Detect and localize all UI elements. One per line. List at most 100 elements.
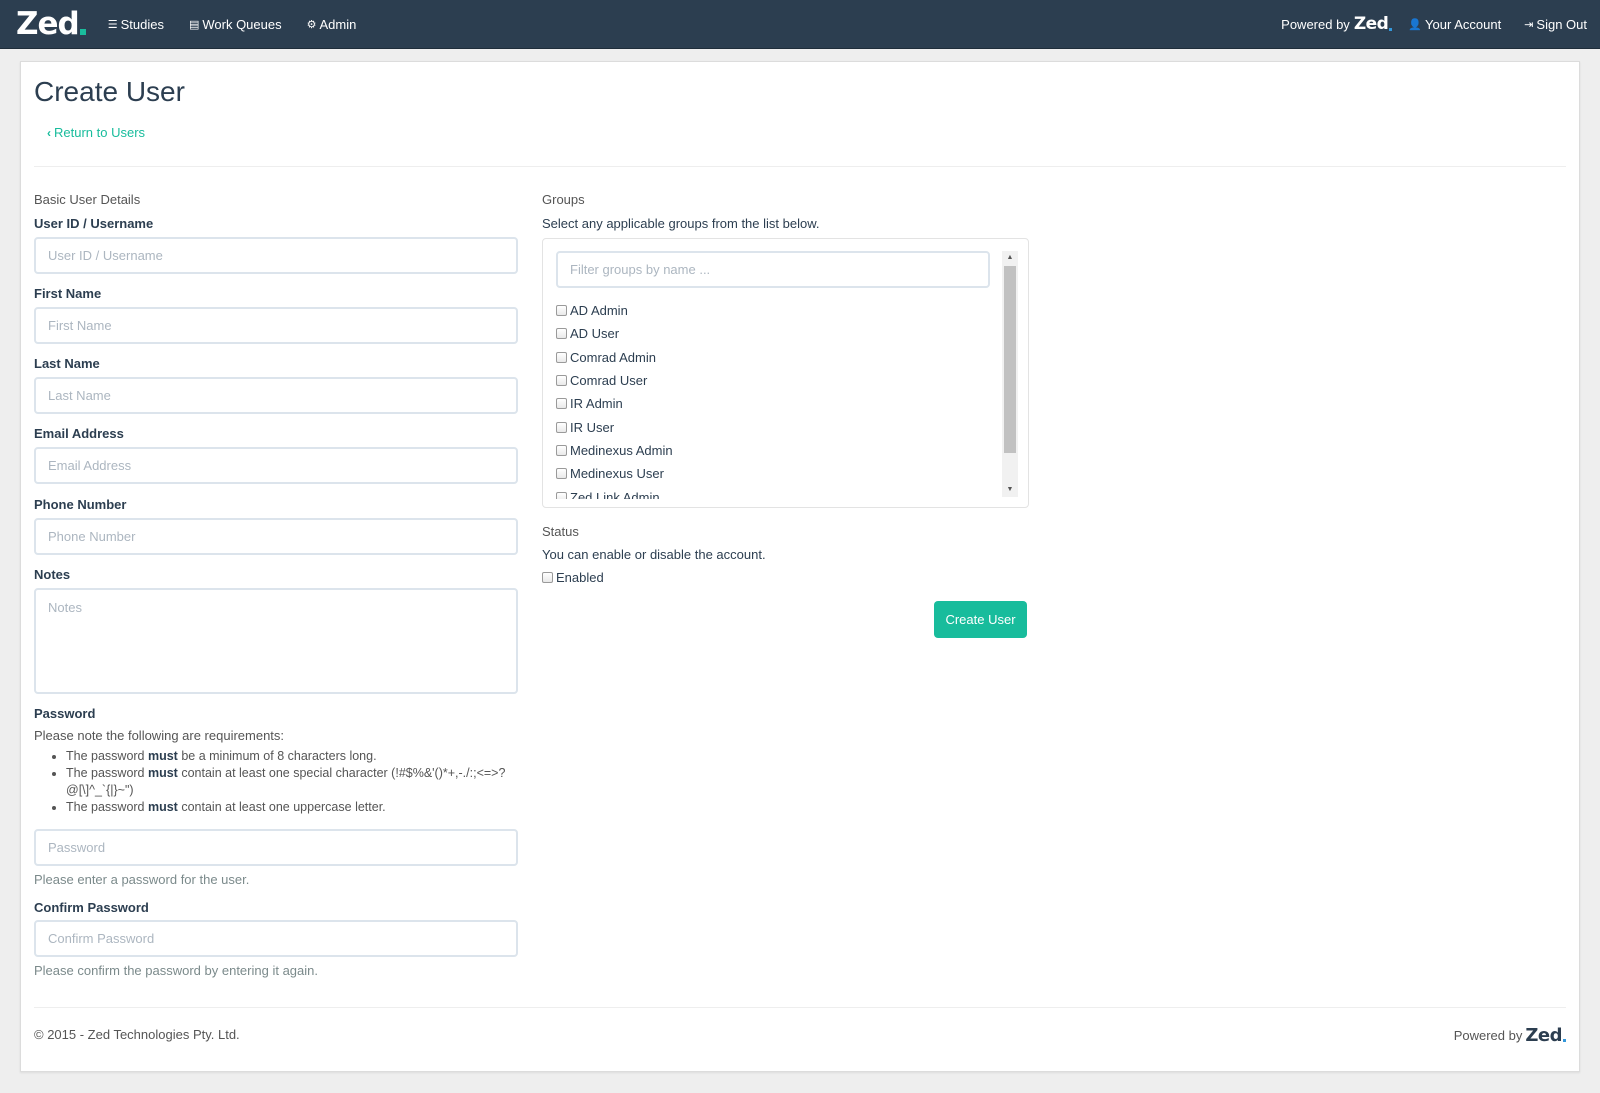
group-checkbox[interactable] bbox=[556, 491, 567, 499]
group-checkbox[interactable] bbox=[556, 421, 567, 433]
nav-account-label: Your Account bbox=[1425, 16, 1502, 32]
page-title: Create User bbox=[34, 76, 185, 107]
notes-textarea[interactable] bbox=[34, 588, 518, 694]
nav-your-account[interactable]: 👤 Your Account bbox=[1408, 17, 1501, 32]
phone-label: Phone Number bbox=[34, 497, 127, 512]
basic-details-heading: Basic User Details bbox=[34, 192, 141, 207]
top-navbar: Zed ☰ Studies ▤ Work Queues ⚙ Admin Powered… bbox=[0, 0, 1600, 49]
footer-logo: Zed bbox=[1525, 1025, 1562, 1046]
return-to-users-label: Return to Users bbox=[54, 125, 146, 140]
groups-filter-input[interactable] bbox=[556, 251, 990, 288]
password-requirements-list: The password must be a minimum of 8 char… bbox=[34, 748, 514, 816]
return-to-users-link[interactable]: ‹ Return to Users bbox=[47, 125, 145, 140]
enabled-label: Enabled bbox=[556, 570, 604, 585]
confirm-password-help: Please confirm the password by entering … bbox=[34, 963, 318, 978]
chevron-left-icon: ‹ bbox=[47, 125, 51, 140]
groups-list: AD Admin AD User Comrad Admin Comrad User IR… bbox=[556, 299, 996, 499]
nav-admin[interactable]: ⚙ Admin bbox=[307, 17, 357, 32]
table-icon: ▤ bbox=[188, 18, 200, 31]
group-label: IR Admin bbox=[570, 396, 623, 412]
last-name-label: Last Name bbox=[34, 356, 100, 371]
scroll-thumb[interactable] bbox=[1004, 266, 1016, 453]
brand-dot bbox=[79, 29, 86, 35]
groups-scrollbar[interactable]: ▲ ▼ bbox=[1002, 251, 1018, 497]
password-input[interactable] bbox=[34, 829, 518, 866]
group-item[interactable]: AD User bbox=[556, 322, 996, 345]
nav-admin-label: Admin bbox=[319, 16, 357, 32]
group-label: Medinexus Admin bbox=[570, 442, 673, 458]
group-checkbox[interactable] bbox=[556, 375, 567, 387]
confirm-password-input[interactable] bbox=[34, 920, 518, 957]
footer-divider bbox=[34, 1007, 1566, 1008]
group-checkbox[interactable] bbox=[556, 444, 567, 456]
nav-studies-label: Studies bbox=[120, 16, 164, 32]
group-item[interactable]: Medinexus User bbox=[556, 462, 996, 485]
brand-text: Zed bbox=[16, 6, 80, 42]
group-checkbox[interactable] bbox=[556, 328, 567, 340]
group-label: Comrad Admin bbox=[570, 349, 656, 365]
main-panel: Create User ‹ Return to Users Basic User … bbox=[20, 61, 1580, 1072]
username-input[interactable] bbox=[34, 237, 518, 274]
powered-by-text: Powered by bbox=[1281, 16, 1350, 32]
nav-studies[interactable]: ☰ Studies bbox=[108, 17, 164, 32]
phone-input[interactable] bbox=[34, 518, 518, 555]
notes-label: Notes bbox=[34, 567, 71, 582]
status-heading: Status bbox=[542, 524, 579, 539]
nav-sign-out[interactable]: ⇥ Sign Out bbox=[1524, 17, 1587, 32]
scroll-up-arrow-icon[interactable]: ▲ bbox=[1002, 251, 1018, 265]
divider bbox=[34, 166, 1566, 167]
groups-description: Select any applicable groups from the li… bbox=[542, 216, 820, 231]
enabled-checkbox-row[interactable]: Enabled bbox=[542, 570, 604, 585]
group-label: Zed Link Admin bbox=[570, 489, 660, 499]
group-label: AD User bbox=[570, 326, 620, 342]
group-item[interactable]: Medinexus Admin bbox=[556, 439, 996, 462]
footer-logo-dot bbox=[1563, 1039, 1566, 1042]
group-label: Comrad User bbox=[570, 373, 648, 389]
user-icon: 👤 bbox=[1408, 18, 1423, 31]
password-help: Please enter a password for the user. bbox=[34, 872, 250, 887]
group-checkbox[interactable] bbox=[556, 351, 567, 363]
last-name-input[interactable] bbox=[34, 377, 518, 414]
password-requirements-note: Please note the following are requiremen… bbox=[34, 728, 285, 743]
group-item[interactable]: Comrad User bbox=[556, 369, 996, 392]
groups-heading: Groups bbox=[542, 192, 585, 207]
password-rule: The password must contain at least one s… bbox=[66, 765, 514, 799]
powered-by-dot bbox=[1389, 27, 1393, 31]
group-item[interactable]: IR User bbox=[556, 415, 996, 438]
groups-box: AD Admin AD User Comrad Admin Comrad User IR… bbox=[542, 238, 1029, 508]
group-label: IR User bbox=[570, 419, 615, 435]
group-item[interactable]: IR Admin bbox=[556, 392, 996, 415]
email-input[interactable] bbox=[34, 447, 518, 484]
username-label: User ID / Username bbox=[34, 216, 154, 231]
nav-signout-label: Sign Out bbox=[1536, 16, 1587, 32]
brand-logo[interactable]: Zed bbox=[16, 6, 86, 42]
footer-copyright: © 2015 - Zed Technologies Pty. Ltd. bbox=[34, 1027, 240, 1042]
password-heading: Password bbox=[34, 706, 96, 721]
password-rule: The password must contain at least one u… bbox=[66, 799, 514, 816]
list-icon: ☰ bbox=[107, 18, 118, 31]
footer-powered-by: Powered by Zed bbox=[1454, 1025, 1566, 1046]
group-item[interactable]: Comrad Admin bbox=[556, 346, 996, 369]
nav-work-queues[interactable]: ▤ Work Queues bbox=[189, 17, 282, 32]
cogs-icon: ⚙ bbox=[306, 18, 317, 31]
sign-out-icon: ⇥ bbox=[1524, 18, 1534, 31]
group-checkbox[interactable] bbox=[556, 398, 567, 410]
nav-right: Powered by Zed 👤 Your Account ⇥ Sign Out bbox=[1281, 14, 1600, 34]
enabled-checkbox[interactable] bbox=[542, 572, 553, 583]
powered-by-nav: Powered by Zed bbox=[1281, 14, 1393, 34]
create-user-button[interactable]: Create User bbox=[934, 601, 1027, 638]
email-label: Email Address bbox=[34, 426, 124, 441]
password-rule: The password must be a minimum of 8 char… bbox=[66, 748, 514, 765]
first-name-input[interactable] bbox=[34, 307, 518, 344]
group-label: Medinexus User bbox=[570, 466, 664, 482]
scroll-down-arrow-icon[interactable]: ▼ bbox=[1002, 483, 1018, 497]
first-name-label: First Name bbox=[34, 286, 102, 301]
powered-by-logo: Zed bbox=[1353, 14, 1389, 34]
group-item[interactable]: AD Admin bbox=[556, 299, 996, 322]
group-checkbox[interactable] bbox=[556, 468, 567, 480]
group-item[interactable]: Zed Link Admin bbox=[556, 485, 996, 499]
confirm-password-label: Confirm Password bbox=[34, 900, 149, 915]
status-description: You can enable or disable the account. bbox=[542, 547, 766, 562]
group-checkbox[interactable] bbox=[556, 305, 567, 317]
group-label: AD Admin bbox=[570, 303, 628, 319]
